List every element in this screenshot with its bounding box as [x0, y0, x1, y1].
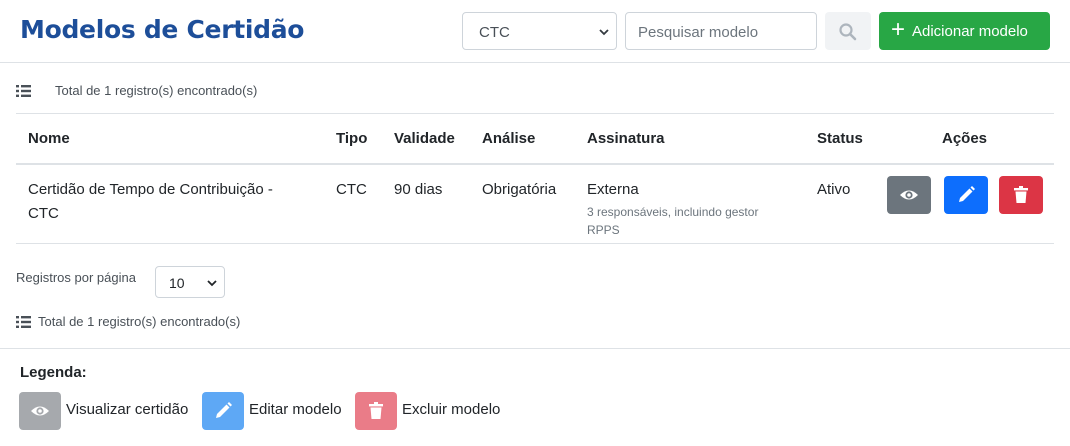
column-header-assinatura: Assinatura	[575, 113, 805, 165]
column-header-status: Status	[805, 113, 875, 165]
signature-detail: 3 responsáveis, incluindo gestor RPPS	[587, 204, 759, 237]
list-icon	[16, 316, 31, 328]
type-filter-select[interactable]: CTC	[462, 12, 617, 50]
legend-delete-label: Excluir modelo	[402, 401, 501, 418]
add-model-label: Adicionar modelo	[912, 23, 1028, 40]
view-button[interactable]	[887, 176, 931, 214]
list-icon	[16, 85, 31, 97]
column-header-analise: Análise	[470, 113, 575, 165]
search-placeholder: Pesquisar modelo	[638, 24, 759, 41]
type-filter-value: CTC	[479, 24, 510, 41]
legend-view-swatch	[19, 392, 61, 430]
trash-icon	[369, 402, 383, 419]
cell-nome: Certidão de Tempo de Contribuição - CTC	[16, 163, 324, 244]
cell-status: Ativo	[805, 163, 875, 244]
column-header-tipo: Tipo	[324, 113, 382, 165]
signature-type: Externa	[587, 180, 639, 198]
pencil-icon	[216, 402, 232, 418]
legend-edit-swatch	[202, 392, 244, 430]
record-count-bottom: Total de 1 registro(s) encontrado(s)	[16, 314, 316, 332]
eye-icon	[900, 190, 918, 200]
search-input[interactable]: Pesquisar modelo	[625, 12, 817, 50]
legend-title: Legenda:	[20, 364, 87, 381]
record-count-text: Total de 1 registro(s) encontrado(s)	[38, 314, 241, 329]
legend-view-label: Visualizar certidão	[66, 401, 189, 418]
chevron-down-icon	[599, 29, 609, 36]
table-header-row: Nome Tipo Validade Análise Assinatura St…	[16, 113, 1054, 165]
plus-icon: +	[891, 16, 906, 43]
record-count-top: Total de 1 registro(s) encontrado(s)	[16, 83, 316, 101]
column-header-validade: Validade	[382, 113, 470, 165]
legend-divider	[0, 348, 1070, 349]
add-model-button[interactable]: + Adicionar modelo	[879, 12, 1050, 50]
legend-edit-label: Editar modelo	[249, 401, 342, 418]
record-count-text: Total de 1 registro(s) encontrado(s)	[55, 83, 258, 98]
column-header-acoes: Ações	[875, 113, 1054, 165]
edit-button[interactable]	[944, 176, 988, 214]
pencil-icon	[959, 186, 975, 202]
per-page-label: Registros por página	[16, 270, 136, 285]
delete-button[interactable]	[999, 176, 1043, 214]
per-page-value: 10	[169, 275, 185, 291]
cell-validade: 90 dias	[382, 163, 470, 244]
trash-icon	[1014, 186, 1028, 203]
page-title: Modelos de Certidão	[20, 15, 305, 44]
per-page-select[interactable]: 10	[155, 266, 225, 298]
legend-delete-swatch	[355, 392, 397, 430]
eye-icon	[31, 406, 49, 416]
search-button[interactable]	[825, 12, 871, 50]
chevron-down-icon	[207, 280, 217, 287]
cell-assinatura: Externa 3 responsáveis, incluindo gestor…	[575, 163, 805, 244]
column-header-nome: Nome	[16, 113, 324, 165]
cell-analise: Obrigatória	[470, 163, 575, 244]
search-icon	[839, 23, 857, 41]
cell-tipo: CTC	[324, 163, 382, 244]
page-header: Modelos de Certidão CTC Pesquisar modelo…	[0, 0, 1070, 63]
